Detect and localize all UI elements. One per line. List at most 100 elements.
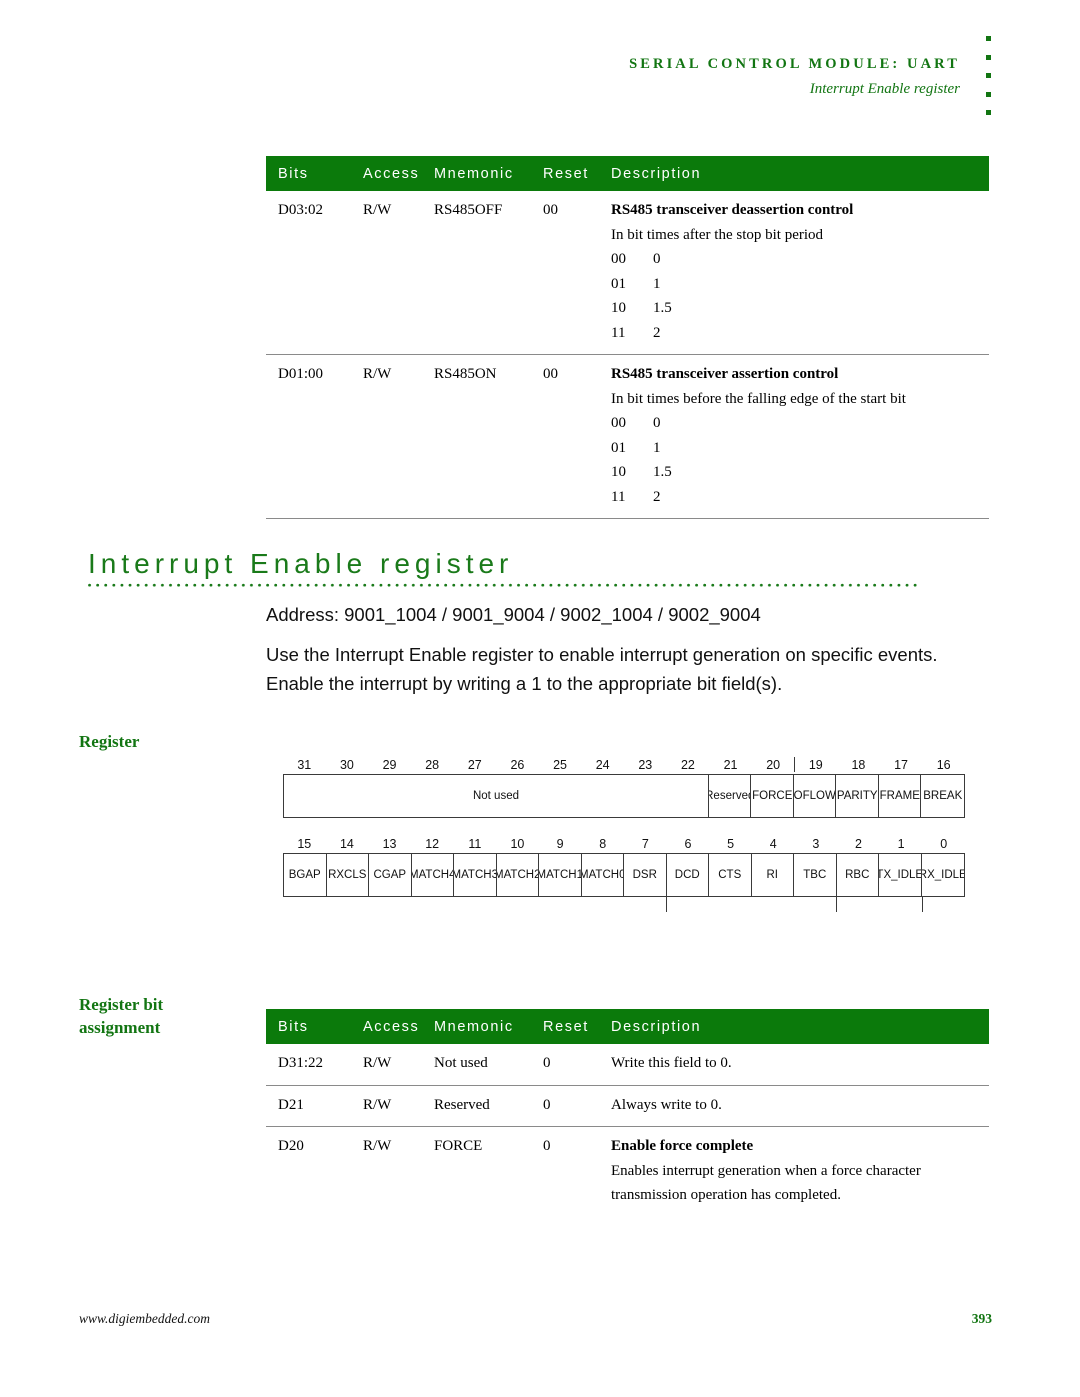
cell-bits: D01:00 bbox=[266, 354, 351, 519]
enum-entry: 11 2 bbox=[611, 485, 989, 510]
bit-number: 10 bbox=[510, 837, 525, 851]
description-line: In bit times before the falling edge of … bbox=[611, 390, 906, 407]
bit-field-cell: BREA K bbox=[921, 775, 964, 817]
bit-number: 12 bbox=[425, 837, 440, 851]
cell-mnemonic: Reserved bbox=[422, 1084, 531, 1127]
register-address-line: Address: 9001_1004 / 9001_9004 / 9002_10… bbox=[266, 604, 761, 625]
bit-field-cell: CTS bbox=[709, 854, 752, 896]
description-line: Enables interrupt generation when a forc… bbox=[611, 1162, 921, 1204]
bit-field-label-line: RX_ bbox=[921, 868, 942, 881]
cell-bits: D20 bbox=[266, 1126, 351, 1217]
cell-bits: D03:02 bbox=[278, 202, 323, 218]
bit-number: 3 bbox=[812, 837, 820, 851]
cell-bits: D31:22 bbox=[278, 1055, 323, 1071]
bit-field-label-line: MATCH bbox=[581, 868, 620, 881]
enum-code: 11 bbox=[611, 488, 626, 505]
bit-number: 13 bbox=[382, 837, 397, 851]
header-subtitle: Interrupt Enable register bbox=[809, 81, 960, 97]
bit-field-cell: MATCH0 bbox=[581, 854, 624, 896]
bit-number: 7 bbox=[641, 837, 649, 851]
cell-mnemonic: FORCE bbox=[422, 1126, 531, 1217]
leader-tick bbox=[794, 757, 796, 772]
bit-field-cell: Reserved bbox=[709, 775, 752, 817]
bit-number: 2 bbox=[854, 837, 862, 851]
bit-field-cell: RBC bbox=[837, 854, 879, 896]
cell-mnemonic: RS485OFF bbox=[434, 202, 503, 218]
table-row: D01:00 R/W RS485ON 00 RS485 transceiver … bbox=[266, 354, 989, 519]
cell-mnemonic: RS485ON bbox=[422, 354, 531, 519]
table-row: D03:02 R/W RS485OFF 00 RS485 transceiver… bbox=[266, 191, 989, 355]
bit-field-cell: BGAP bbox=[284, 854, 327, 896]
enum-value: 2 bbox=[653, 324, 661, 341]
cell-access: R/W bbox=[351, 354, 422, 519]
enum-value: 2 bbox=[653, 488, 661, 505]
side-label-line-2: assignment bbox=[79, 1018, 161, 1037]
enum-code: 01 bbox=[611, 439, 626, 456]
cell-reset: 00 bbox=[543, 202, 558, 218]
section-heading: Interrupt Enable register bbox=[88, 548, 514, 579]
page-header: SERIAL CONTROL MODULE: UART Interrupt En… bbox=[0, 0, 1080, 120]
section-intro: Use the Interrupt Enable register to ena… bbox=[266, 640, 996, 698]
column-header-access: Access bbox=[351, 156, 422, 191]
section-dotted-rule bbox=[88, 583, 920, 588]
bit-field-cell: RI bbox=[752, 854, 794, 896]
description-title: RS485 transceiver deassertion control bbox=[611, 202, 854, 218]
rs485-register-table: Bits Access Mnemonic Reset Description D… bbox=[266, 156, 989, 519]
cell-access: R/W bbox=[363, 1055, 392, 1071]
cell-reset: 0 bbox=[531, 1126, 599, 1217]
bit-number: 4 bbox=[769, 837, 777, 851]
enum-code: 10 bbox=[611, 464, 626, 480]
table-header-row: Bits Access Mnemonic Reset Description bbox=[266, 156, 989, 191]
bit-field-label-line: ME bbox=[902, 789, 920, 802]
bit-field-label-line: BREA bbox=[923, 789, 955, 802]
bit-number: 14 bbox=[339, 837, 354, 851]
cell-description: Write this field to 0. bbox=[599, 1044, 989, 1085]
bit-field-label-line: MATCH bbox=[411, 868, 450, 881]
column-header-bits: Bits bbox=[266, 1009, 351, 1044]
side-label-register: Register bbox=[79, 732, 140, 751]
bit-number: 1 bbox=[897, 837, 905, 851]
bit-field-cell: FORCE bbox=[751, 775, 794, 817]
column-header-mnemonic: Mnemonic bbox=[422, 156, 531, 191]
bit-field-cell: RXCLS bbox=[327, 854, 369, 896]
enum-code: 11 bbox=[611, 324, 626, 341]
bit-number: 9 bbox=[556, 837, 564, 851]
bit-field-label-line: ved bbox=[735, 789, 751, 802]
enum-code: 00 bbox=[611, 251, 626, 267]
bit-field-label-line: FRA bbox=[879, 789, 903, 802]
cell-description: RS485 transceiver deassertion control In… bbox=[599, 191, 989, 355]
bit-number-row-low: 15 14 13 12 11 10 9 8 7 6 5 4 3 2 1 0 bbox=[283, 836, 965, 853]
column-header-bits: Bits bbox=[266, 156, 351, 191]
cell-access: R/W bbox=[351, 1126, 422, 1217]
bit-field-label-line: Reser bbox=[709, 789, 736, 802]
bit-field-cell: MATCH2 bbox=[497, 854, 539, 896]
bit-field-cell: CGAP bbox=[369, 854, 412, 896]
bit-field-cell: MATCH1 bbox=[539, 854, 582, 896]
bit-field-cell: OFLOW bbox=[794, 775, 837, 817]
bit-field-label-line: IDLE bbox=[897, 868, 922, 881]
bit-field-cell: Not used bbox=[284, 775, 709, 817]
column-header-description: Description bbox=[599, 156, 989, 191]
enum-entry: 00 0 bbox=[611, 247, 989, 272]
column-header-access: Access bbox=[351, 1009, 422, 1044]
bit-field-cell: PARITY bbox=[836, 775, 879, 817]
dot-marker-icon bbox=[986, 54, 991, 60]
enum-entry: 01 1 bbox=[611, 272, 989, 297]
enum-entry: 10 1.5 bbox=[611, 296, 989, 321]
header-title: SERIAL CONTROL MODULE: UART bbox=[629, 56, 960, 72]
bit-leader-ticks-low bbox=[283, 897, 965, 912]
cell-access: R/W bbox=[363, 202, 392, 218]
enum-entry: 00 0 bbox=[611, 411, 989, 436]
intro-line-1: Use the Interrupt Enable register to ena… bbox=[266, 644, 938, 665]
enum-value: 0 bbox=[653, 415, 661, 431]
enum-entry: 11 2 bbox=[611, 321, 989, 346]
enum-value: 1 bbox=[653, 439, 661, 456]
side-label-line-1: Register bit bbox=[79, 995, 164, 1014]
description-title: Enable force complete bbox=[611, 1138, 754, 1154]
bit-field-label-line: K bbox=[954, 789, 963, 802]
bit-field-cell: TBC bbox=[794, 854, 837, 896]
cell-description: RS485 transceiver assertion control In b… bbox=[599, 354, 989, 519]
table-row: D31:22 R/W Not used 0 Write this field t… bbox=[266, 1044, 989, 1085]
side-label-register-bit-assignment: Register bit assignment bbox=[79, 993, 259, 1039]
bit-field-row-low: BGAPRXCLSCGAPMATCH4MATCH3MATCH2MATCH1MAT… bbox=[283, 853, 965, 897]
